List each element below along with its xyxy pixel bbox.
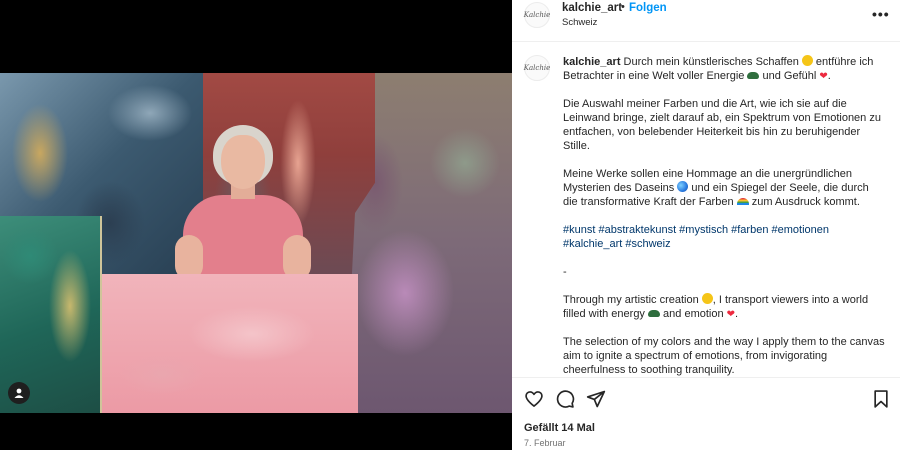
caption-scroll-area[interactable]: Kalchie kalchie_art Durch mein künstleri… — [512, 43, 900, 376]
rainbow-emoji-icon — [736, 198, 749, 205]
follow-button[interactable]: Folgen — [629, 2, 667, 14]
post-photo — [0, 73, 512, 413]
more-horizontal-icon[interactable]: ••• — [872, 6, 890, 22]
post-header: Kalchie kalchie_art • Folgen Schweiz ••• — [512, 0, 900, 42]
painting-pink — [102, 274, 358, 413]
post-sidebar: Kalchie kalchie_art • Folgen Schweiz •••… — [512, 0, 900, 450]
location-link[interactable]: Schweiz — [562, 17, 597, 28]
avatar[interactable]: Kalchie — [524, 2, 550, 28]
grinning-face-emoji-icon — [801, 55, 813, 66]
likes-count[interactable]: Gefällt 14 Mal — [524, 422, 595, 434]
bookmark-icon[interactable] — [870, 388, 892, 410]
avatar-signature: Kalchie — [523, 11, 551, 19]
caption-p1-c: und Gefühl — [759, 70, 820, 82]
caption-p5: The selection of my colors and the way I… — [563, 336, 885, 376]
heart-emoji-icon: ❤ — [819, 71, 828, 82]
heart-icon[interactable] — [523, 388, 545, 410]
caption-divider: - — [563, 266, 567, 278]
green-emoji-icon — [747, 72, 760, 79]
grinning-face-emoji-icon — [701, 293, 713, 304]
globe-emoji-icon — [677, 181, 689, 192]
green-emoji-icon — [648, 310, 660, 317]
post-date[interactable]: 7. Februar — [524, 438, 566, 448]
username-link[interactable]: kalchie_art — [562, 2, 622, 14]
user-tag-icon[interactable] — [8, 382, 30, 404]
caption-p4-a: Through my artistic creation — [563, 294, 702, 306]
artist-figure — [175, 125, 311, 285]
caption-p3-c: zum Ausdruck kommt. — [748, 196, 860, 208]
caption-avatar[interactable]: Kalchie — [524, 55, 550, 81]
post-media[interactable] — [0, 0, 512, 450]
caption-text: kalchie_art Durch mein künstlerisches Sc… — [563, 55, 885, 376]
separator-dot: • — [621, 1, 625, 13]
caption-username-link[interactable]: kalchie_art — [563, 56, 620, 68]
comment-icon[interactable] — [554, 388, 576, 410]
caption-p2: Die Auswahl meiner Farben und die Art, w… — [563, 98, 881, 152]
caption-p4-c: and emotion — [660, 308, 727, 320]
post-actions: Gefällt 14 Mal 7. Februar — [512, 377, 900, 450]
hashtags[interactable]: #kunst #abstraktekunst #mystisch #farben… — [563, 223, 885, 251]
caption-p1-a: Durch mein künstlerisches Schaffen — [620, 56, 802, 68]
avatar-signature: Kalchie — [523, 64, 551, 72]
heart-emoji-icon: ❤ — [726, 309, 736, 320]
share-icon[interactable] — [585, 388, 607, 410]
